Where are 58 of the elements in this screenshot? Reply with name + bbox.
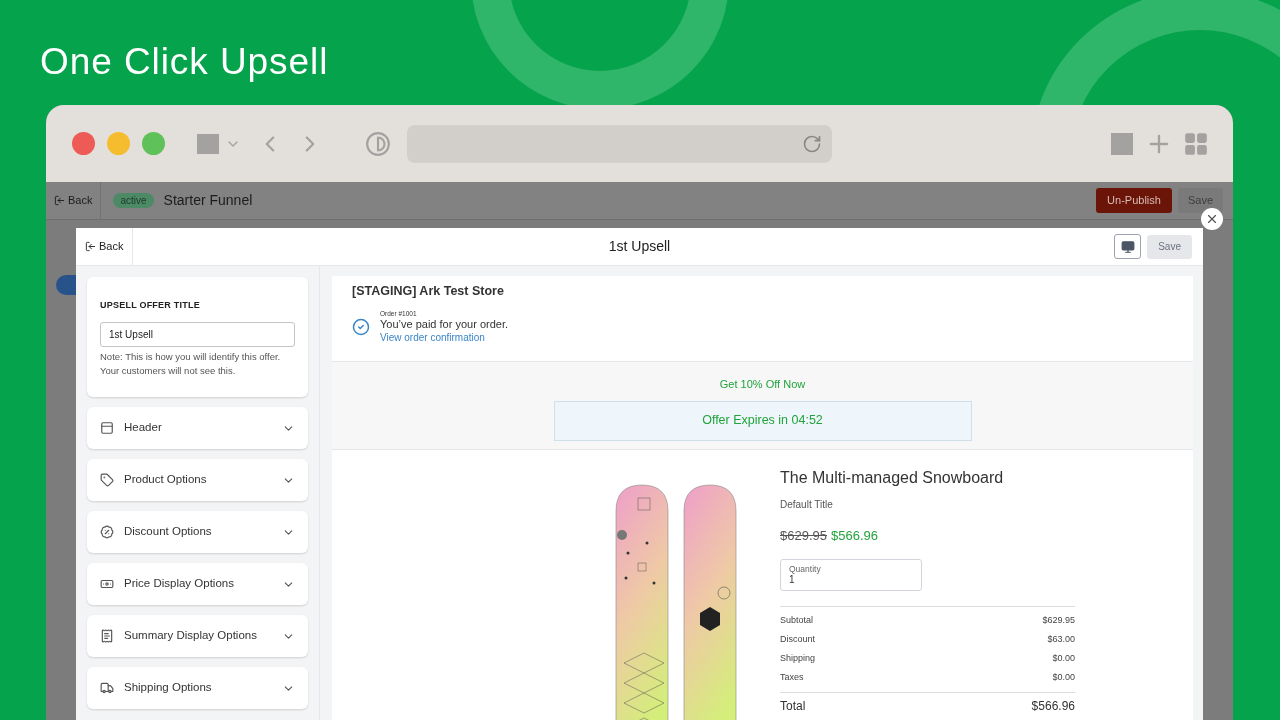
contrast-icon[interactable] [365, 130, 391, 157]
settings-section[interactable]: Product Options [87, 459, 308, 501]
truck-icon [100, 681, 114, 695]
summary-value: $0.00 [1052, 652, 1075, 666]
status-badge: active [113, 193, 154, 208]
summary-label: Subtotal [780, 614, 814, 628]
countdown-timer: Offer Expires in 04:52 [553, 400, 972, 441]
field-label: UPSELL OFFER TITLE [100, 299, 201, 312]
back-button[interactable]: Back [76, 228, 134, 265]
quantity-field[interactable]: Quantity 1 [780, 558, 922, 591]
exit-icon [54, 195, 65, 206]
offer-headline: Get 10% Off Now [719, 377, 806, 392]
close-button[interactable] [1201, 208, 1223, 230]
store-name: [STAGING] Ark Test Store [352, 283, 505, 300]
desktop-preview-button[interactable] [1114, 234, 1142, 259]
settings-section[interactable]: Discount Options [87, 511, 308, 553]
tag-icon [100, 473, 114, 487]
save-button[interactable]: Save [1147, 234, 1192, 259]
panel-icon [100, 421, 114, 435]
banknote-icon [100, 577, 114, 591]
check-circle-icon [352, 317, 370, 336]
funnel-title: Starter Funnel [163, 191, 253, 210]
product-name: The Multi-managed Snowboard [780, 468, 1005, 488]
monitor-icon [1120, 239, 1135, 254]
summary-value: $629.95 [1042, 614, 1075, 628]
offer-title-input[interactable]: 1st Upsell [100, 321, 295, 347]
summary-value: $0.00 [1052, 671, 1075, 685]
back-button[interactable]: Back [46, 182, 102, 219]
modal-title: 1st Upsell [608, 237, 671, 256]
exit-icon [85, 241, 96, 252]
original-price: $629.95 [780, 527, 827, 545]
total-value: $566.96 [1031, 698, 1075, 715]
summary-label: Discount [780, 633, 815, 647]
close-icon [1205, 212, 1219, 226]
banner-title: One Click Upsell [40, 40, 329, 84]
reload-icon[interactable] [802, 133, 822, 154]
settings-section[interactable]: Price Display Options [87, 563, 308, 605]
quantity-value: 1 [789, 573, 795, 586]
sale-price: $566.96 [831, 527, 878, 545]
quantity-label: Quantity [789, 563, 822, 574]
grid-icon[interactable] [1183, 130, 1209, 157]
summary-value: $63.00 [1047, 633, 1075, 647]
summary-label: Shipping [780, 652, 816, 666]
settings-section[interactable]: Header [87, 407, 308, 449]
address-bar[interactable] [407, 124, 832, 163]
sidebar-square-icon[interactable] [197, 133, 219, 154]
summary-label: Taxes [780, 671, 804, 685]
settings-section[interactable]: Shipping Options [87, 667, 308, 709]
field-note: Note: This is how you will identify this offer. Your customers will not see this. [100, 349, 282, 378]
percent-badge-icon [100, 525, 114, 539]
order-confirmation-link[interactable]: View order confirmation [380, 330, 508, 344]
square-icon[interactable] [1111, 132, 1133, 155]
product-variant: Default Title [780, 498, 834, 512]
total-label: Total [780, 698, 806, 715]
paid-message: You’ve paid for your order. [380, 317, 508, 331]
settings-section[interactable]: Summary Display Options [87, 615, 308, 657]
unpublish-button[interactable]: Un-Publish [1096, 188, 1172, 213]
receipt-icon [100, 629, 114, 643]
